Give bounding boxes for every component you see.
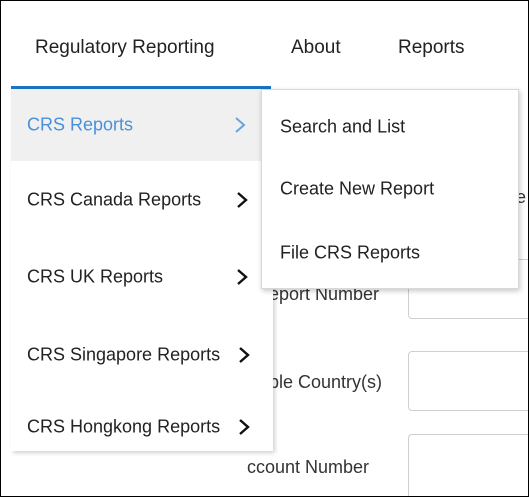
menu-item-crs-canada-reports[interactable]: CRS Canada Reports: [11, 164, 273, 236]
menu-item-label: CRS UK Reports: [27, 266, 164, 287]
chevron-right-icon: [235, 190, 249, 210]
submenu-item-create-new-report[interactable]: Create New Report: [262, 158, 518, 220]
menu-item-crs-hongkong-reports[interactable]: CRS Hongkong Reports: [11, 391, 273, 463]
submenu-item-file-crs-reports[interactable]: File CRS Reports: [262, 222, 518, 284]
submenu-item-label: Search and List: [280, 116, 406, 137]
menu-item-label: CRS Canada Reports: [27, 189, 202, 210]
country-input[interactable]: [408, 351, 528, 411]
chevron-right-icon: [237, 417, 251, 437]
submenu-item-label: Create New Report: [280, 178, 435, 199]
reports-dropdown-menu: CRS Reports CRS Canada Reports CRS UK Re…: [11, 89, 273, 451]
tab-reports[interactable]: Reports: [398, 37, 465, 59]
submenu-item-search-and-list[interactable]: Search and List: [262, 96, 518, 158]
tab-about[interactable]: About: [291, 37, 341, 59]
menu-item-label: CRS Hongkong Reports: [27, 416, 221, 437]
chevron-right-icon: [233, 115, 247, 135]
menu-item-label: CRS Reports: [27, 114, 134, 135]
submenu-item-label: File CRS Reports: [280, 242, 421, 263]
top-navigation: Regulatory Reporting About Reports: [1, 1, 528, 89]
chevron-right-icon: [237, 345, 251, 365]
country-label: ble Country(s): [269, 372, 383, 392]
menu-item-label: CRS Singapore Reports: [27, 344, 221, 365]
menu-item-crs-uk-reports[interactable]: CRS UK Reports: [11, 241, 273, 313]
app-frame: Regulatory Reporting About Reports e epo…: [0, 0, 529, 497]
tab-regulatory-reporting[interactable]: Regulatory Reporting: [35, 37, 215, 59]
chevron-right-icon: [235, 267, 249, 287]
account-number-input[interactable]: [408, 434, 528, 496]
menu-item-crs-singapore-reports[interactable]: CRS Singapore Reports: [11, 319, 273, 391]
menu-item-crs-reports[interactable]: CRS Reports: [11, 89, 273, 161]
crs-reports-submenu: Search and List Create New Report File C…: [261, 89, 519, 289]
